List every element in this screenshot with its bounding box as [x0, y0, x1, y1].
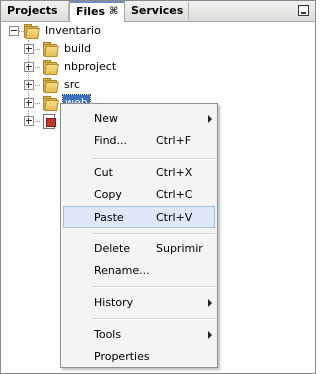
- tab-services-label: Services: [131, 4, 184, 17]
- menu-item-label: Copy: [94, 188, 122, 201]
- tab-projects[interactable]: Projects: [1, 2, 69, 20]
- menu-item-history[interactable]: History: [63, 292, 215, 314]
- expand-icon[interactable]: [24, 80, 34, 90]
- expand-icon[interactable]: [24, 98, 34, 108]
- menu-item-delete[interactable]: Delete Suprimir: [63, 238, 215, 260]
- folder-icon: [42, 60, 59, 75]
- tree-node-label: nbproject: [64, 60, 117, 73]
- collapse-icon[interactable]: [9, 26, 19, 36]
- menu-item-shortcut: Ctrl+X: [156, 166, 193, 179]
- menu-item-shortcut: Suprimir: [156, 242, 203, 255]
- menu-item-tools[interactable]: Tools: [63, 324, 215, 346]
- menu-item-copy[interactable]: Copy Ctrl+C: [63, 184, 215, 206]
- tab-files[interactable]: Files ⌘: [69, 1, 125, 22]
- tree-line: [35, 121, 40, 122]
- context-menu: New Find... Ctrl+F Cut Ctrl+X Copy Ctrl+…: [60, 103, 218, 368]
- files-window: Projects Files ⌘ Services Inventario bui…: [0, 0, 316, 374]
- expand-icon[interactable]: [24, 62, 34, 72]
- menu-item-label: History: [94, 296, 134, 309]
- expand-icon[interactable]: [24, 116, 34, 126]
- menu-item-shortcut: Ctrl+V: [156, 211, 193, 224]
- tab-services[interactable]: Services: [125, 2, 189, 20]
- tree-node-label: src: [64, 78, 81, 91]
- tab-projects-label: Projects: [7, 4, 58, 17]
- tab-files-label: Files: [76, 5, 106, 18]
- tree-node-label: Inventario: [45, 24, 101, 37]
- tree-line: [35, 103, 40, 104]
- tab-bar: Projects Files ⌘ Services: [1, 1, 315, 22]
- tree-node-root[interactable]: Inventario: [1, 22, 315, 40]
- folder-icon: [23, 24, 40, 39]
- submenu-arrow-icon: [208, 299, 212, 307]
- menu-item-shortcut: Ctrl+F: [156, 134, 192, 147]
- folder-icon: [42, 42, 59, 57]
- menu-item-label: Paste: [94, 211, 124, 224]
- menu-item-cut[interactable]: Cut Ctrl+X: [63, 162, 215, 184]
- menu-item-label: Tools: [94, 328, 122, 341]
- menu-item-label: Rename...: [94, 264, 150, 277]
- minimize-icon[interactable]: [298, 5, 309, 16]
- menu-item-label: Find...: [94, 134, 128, 147]
- menu-separator: [93, 233, 215, 235]
- expand-icon[interactable]: [24, 44, 34, 54]
- menu-item-paste[interactable]: Paste Ctrl+V: [63, 206, 215, 228]
- menu-separator: [93, 286, 215, 288]
- build-file-icon: [42, 114, 56, 129]
- folder-icon: [42, 96, 59, 111]
- menu-item-label: Cut: [94, 166, 113, 179]
- submenu-arrow-icon: [208, 331, 212, 339]
- menu-item-label: New: [94, 112, 118, 125]
- menu-item-properties[interactable]: Properties: [63, 346, 215, 368]
- menu-item-new[interactable]: New: [63, 108, 215, 130]
- menu-item-shortcut: Ctrl+C: [156, 188, 193, 201]
- tree-node-build[interactable]: build: [1, 40, 315, 58]
- tree-line: [35, 49, 40, 50]
- menu-separator: [93, 158, 215, 160]
- menu-separator: [93, 318, 215, 320]
- submenu-arrow-icon: [208, 115, 212, 123]
- menu-item-rename[interactable]: Rename...: [63, 260, 215, 282]
- tree-node-nbproject[interactable]: nbproject: [1, 58, 315, 76]
- folder-icon: [42, 78, 59, 93]
- tree-node-label: build: [64, 42, 92, 55]
- menu-item-find[interactable]: Find... Ctrl+F: [63, 130, 215, 152]
- tree-line: [35, 85, 40, 86]
- menu-item-label: Properties: [94, 350, 150, 363]
- tree-line: [35, 67, 40, 68]
- menu-item-label: Delete: [94, 242, 131, 255]
- tree-node-src[interactable]: src: [1, 76, 315, 94]
- close-tab-icon[interactable]: ⌘: [109, 3, 118, 21]
